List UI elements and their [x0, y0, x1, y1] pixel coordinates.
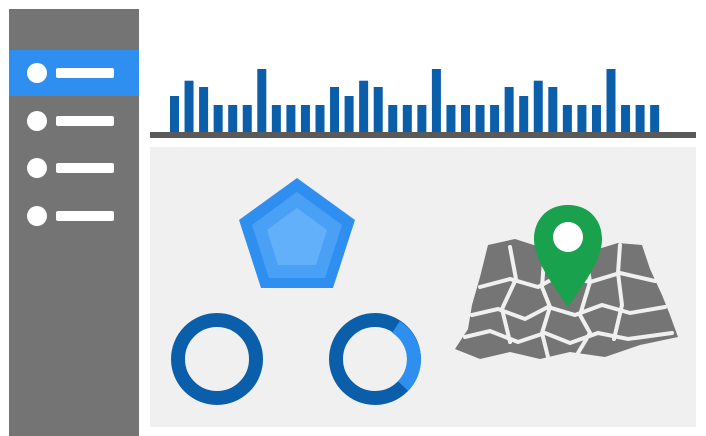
- pentagon-icon: [239, 178, 355, 288]
- bar-21: [461, 105, 470, 132]
- sidebar: [9, 9, 139, 436]
- bar-17: [402, 105, 412, 132]
- bullet-icon: [27, 111, 47, 131]
- menu-line-icon: [56, 163, 114, 173]
- bullet-icon: [27, 63, 47, 83]
- bar-18: [417, 105, 427, 132]
- bar-5: [228, 105, 238, 132]
- bar-27: [548, 87, 558, 132]
- bar-1: [170, 96, 179, 132]
- bar-22: [475, 105, 485, 132]
- bar-8: [271, 105, 281, 132]
- sidebar-item-3[interactable]: [9, 145, 139, 191]
- bar-9: [286, 105, 296, 132]
- bar-chart: [150, 55, 696, 140]
- bar-19: [431, 69, 441, 132]
- sidebar-item-4[interactable]: [9, 193, 139, 239]
- bar-26: [533, 80, 543, 132]
- bar-4: [213, 105, 223, 132]
- bar-34: [650, 105, 660, 132]
- bar-6: [242, 105, 252, 132]
- bar-11: [315, 105, 325, 132]
- bar-10: [300, 105, 310, 132]
- bar-16: [388, 105, 398, 132]
- bar-3: [199, 87, 209, 132]
- bar-23: [490, 105, 500, 132]
- bar-29: [577, 105, 587, 132]
- ring-full-icon: [171, 313, 263, 405]
- bar-12: [330, 87, 340, 132]
- menu-line-icon: [56, 68, 114, 78]
- bar-24: [504, 87, 514, 132]
- menu-line-icon: [56, 211, 114, 221]
- menu-line-icon: [56, 116, 114, 126]
- sidebar-item-1[interactable]: [9, 50, 139, 96]
- bar-28: [562, 105, 572, 132]
- ring-partial-icon: [329, 313, 421, 405]
- chart-baseline: [150, 132, 696, 138]
- bar-14: [359, 80, 369, 132]
- bullet-icon: [27, 158, 47, 178]
- panel-graphics: [171, 178, 678, 405]
- bar-7: [257, 69, 267, 132]
- content-panel: [150, 147, 696, 427]
- bar-20: [446, 105, 456, 132]
- sidebar-item-2[interactable]: [9, 98, 139, 144]
- bullet-icon: [27, 206, 47, 226]
- bar-2: [184, 80, 194, 132]
- bar-15: [373, 87, 383, 132]
- bar-31: [606, 69, 616, 132]
- bar-30: [591, 105, 601, 132]
- bar-32: [621, 105, 631, 132]
- bar-33: [635, 105, 645, 132]
- bar-25: [519, 96, 529, 132]
- bar-chart-svg: [150, 69, 696, 138]
- bar-13: [344, 96, 354, 132]
